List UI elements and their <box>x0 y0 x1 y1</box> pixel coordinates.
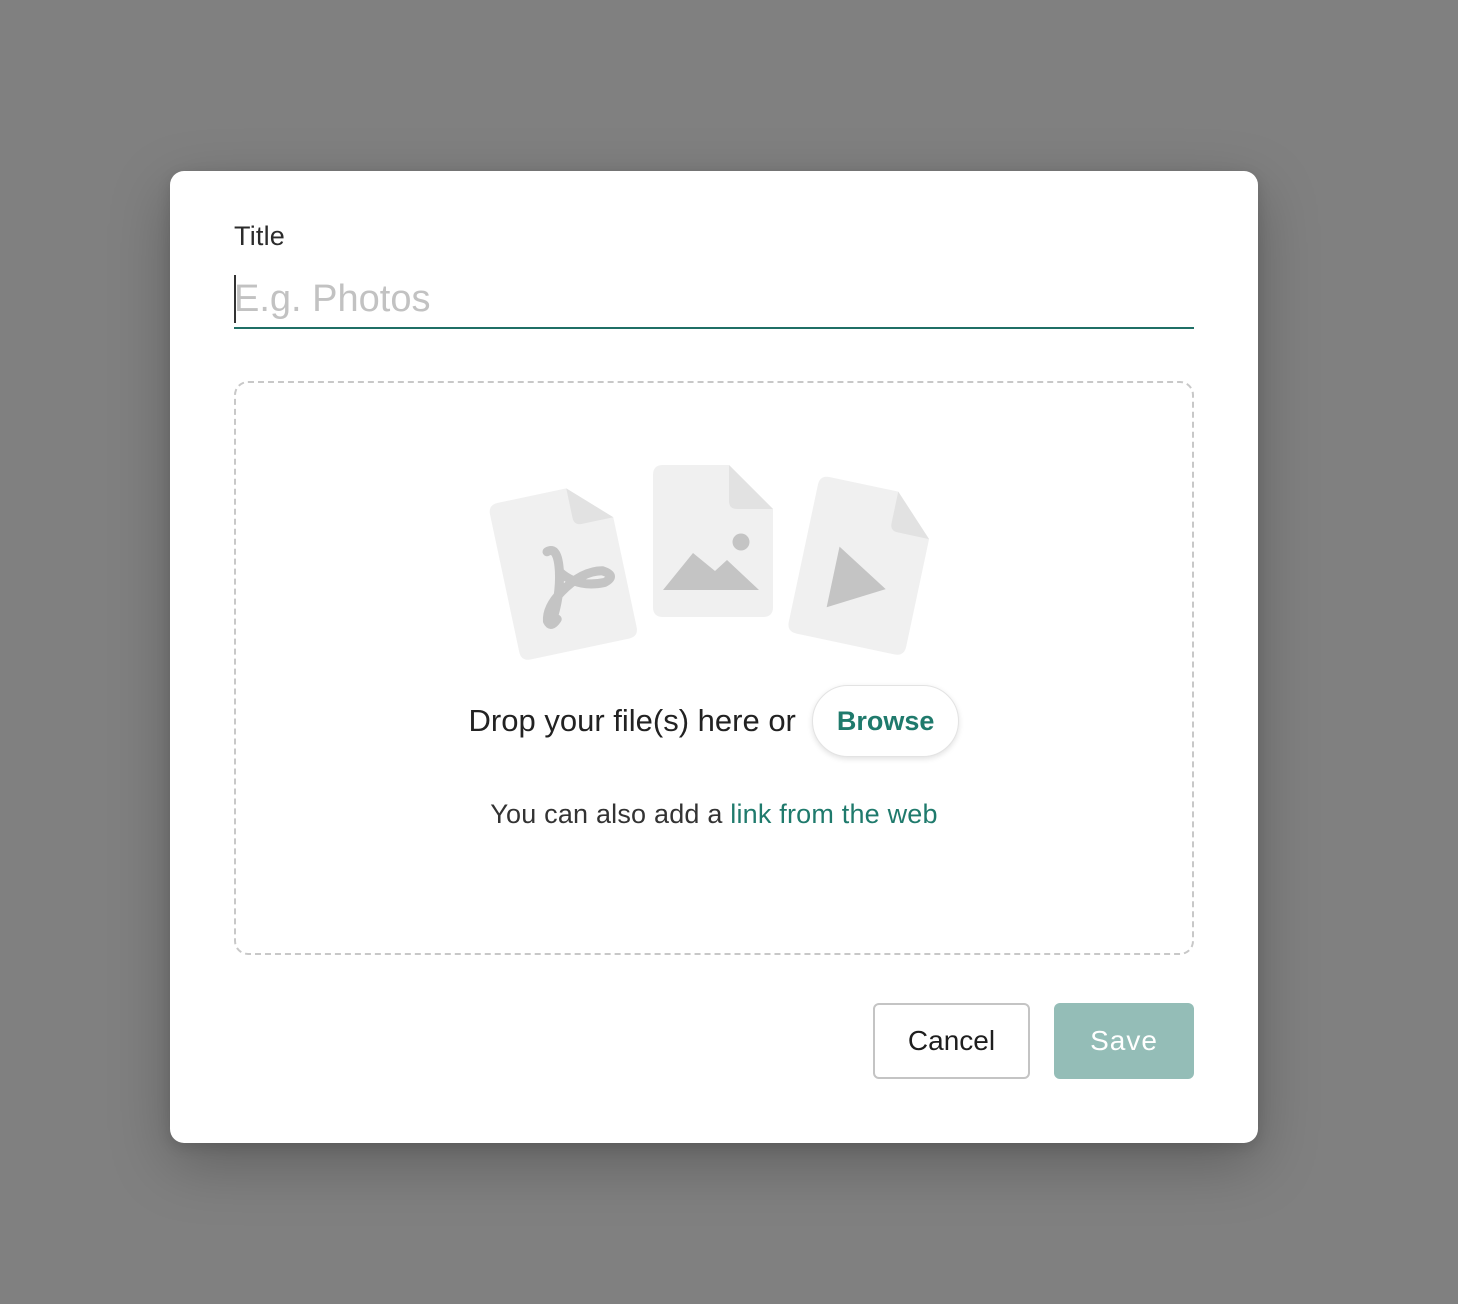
file-dropzone[interactable]: Drop your file(s) here or Browse You can… <box>234 381 1194 955</box>
file-types-illustration <box>489 465 930 660</box>
video-file-icon <box>788 476 930 655</box>
also-text: You can also add a <box>490 799 723 829</box>
pdf-file-icon <box>489 488 637 660</box>
upload-dialog: Title Drop yo <box>170 171 1258 1143</box>
web-link-row: You can also add a link from the web <box>236 799 1192 830</box>
save-button[interactable]: Save <box>1054 1003 1194 1079</box>
drop-prompt-row: Drop your file(s) here or Browse <box>236 683 1192 759</box>
drop-text: Drop your file(s) here or <box>468 703 796 738</box>
link-from-web[interactable]: link from the web <box>730 799 937 829</box>
text-caret <box>234 275 236 323</box>
title-label: Title <box>234 221 286 251</box>
cancel-button[interactable]: Cancel <box>873 1003 1030 1079</box>
image-file-icon <box>653 465 773 617</box>
browse-button[interactable]: Browse <box>811 685 960 757</box>
title-input[interactable] <box>234 271 1194 329</box>
